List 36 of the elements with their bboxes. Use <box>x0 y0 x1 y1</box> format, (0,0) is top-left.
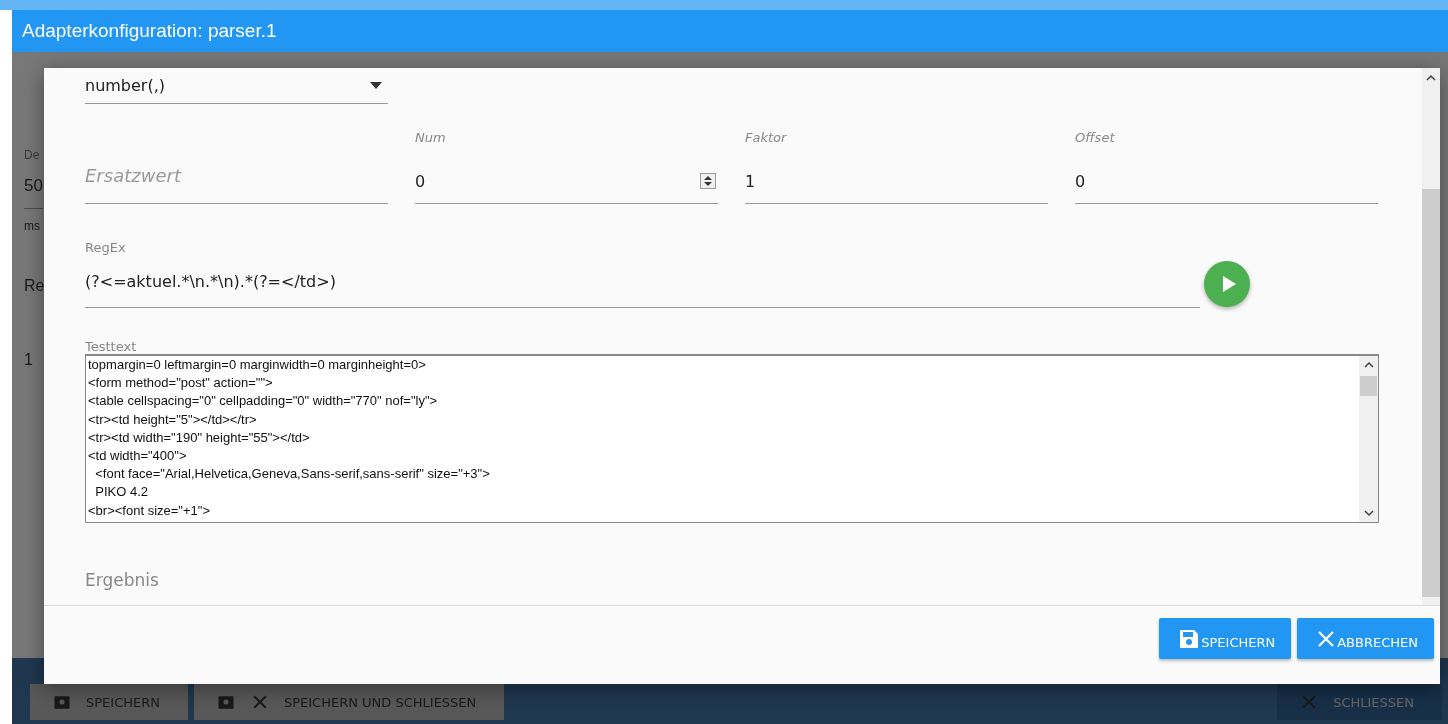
background-text: 50 <box>24 176 43 209</box>
scrollbar[interactable] <box>1422 68 1440 605</box>
input-field[interactable]: 0 <box>415 159 718 204</box>
scroll-up-icon[interactable] <box>1363 361 1374 368</box>
window-title: Adapterkonfiguration: parser.1 <box>12 10 1448 52</box>
scroll-down-icon[interactable] <box>1363 510 1374 517</box>
scrollbar-thumb[interactable] <box>1360 376 1377 396</box>
field-label: Num <box>415 130 447 145</box>
type-select[interactable]: number(,) <box>85 68 388 104</box>
save-icon <box>1179 628 1200 649</box>
dialog-button[interactable]: SPEICHERN <box>1159 618 1292 659</box>
background-text: De <box>24 148 40 162</box>
background-text: Re <box>24 277 45 295</box>
input-field[interactable]: 1 <box>745 159 1048 204</box>
field-label: Faktor <box>745 130 788 145</box>
scroll-up-icon[interactable] <box>1426 74 1436 81</box>
scrollbar[interactable] <box>1359 356 1378 522</box>
result-field[interactable]: Ergebnis <box>85 545 1379 605</box>
background-button[interactable]: SPEICHERN <box>30 684 188 720</box>
field-label: Offset <box>1075 130 1116 145</box>
spinner-icon[interactable] <box>700 173 716 189</box>
field-label: RegEx <box>85 240 127 255</box>
background-button[interactable]: SCHLIESSEN <box>1277 684 1442 720</box>
regex-field[interactable]: (?<=aktuel.*\n.*\n).*(?=</td>) <box>85 255 1200 308</box>
play-icon <box>1221 275 1237 293</box>
background-text: ms <box>24 219 40 233</box>
input-field[interactable]: 0 <box>1075 159 1378 204</box>
text-field[interactable]: Ersatzwert <box>85 159 388 204</box>
field-label: Testtext <box>85 340 138 354</box>
background-text: 1 <box>24 351 33 369</box>
close-icon <box>1317 629 1336 648</box>
dropdown-caret-icon <box>370 82 382 89</box>
scrollbar-thumb[interactable] <box>1422 189 1440 597</box>
run-button[interactable] <box>1204 261 1250 307</box>
dialog-button[interactable]: ABBRECHEN <box>1297 618 1434 659</box>
background-button[interactable]: SPEICHERN UND SCHLIESSEN <box>193 684 505 720</box>
